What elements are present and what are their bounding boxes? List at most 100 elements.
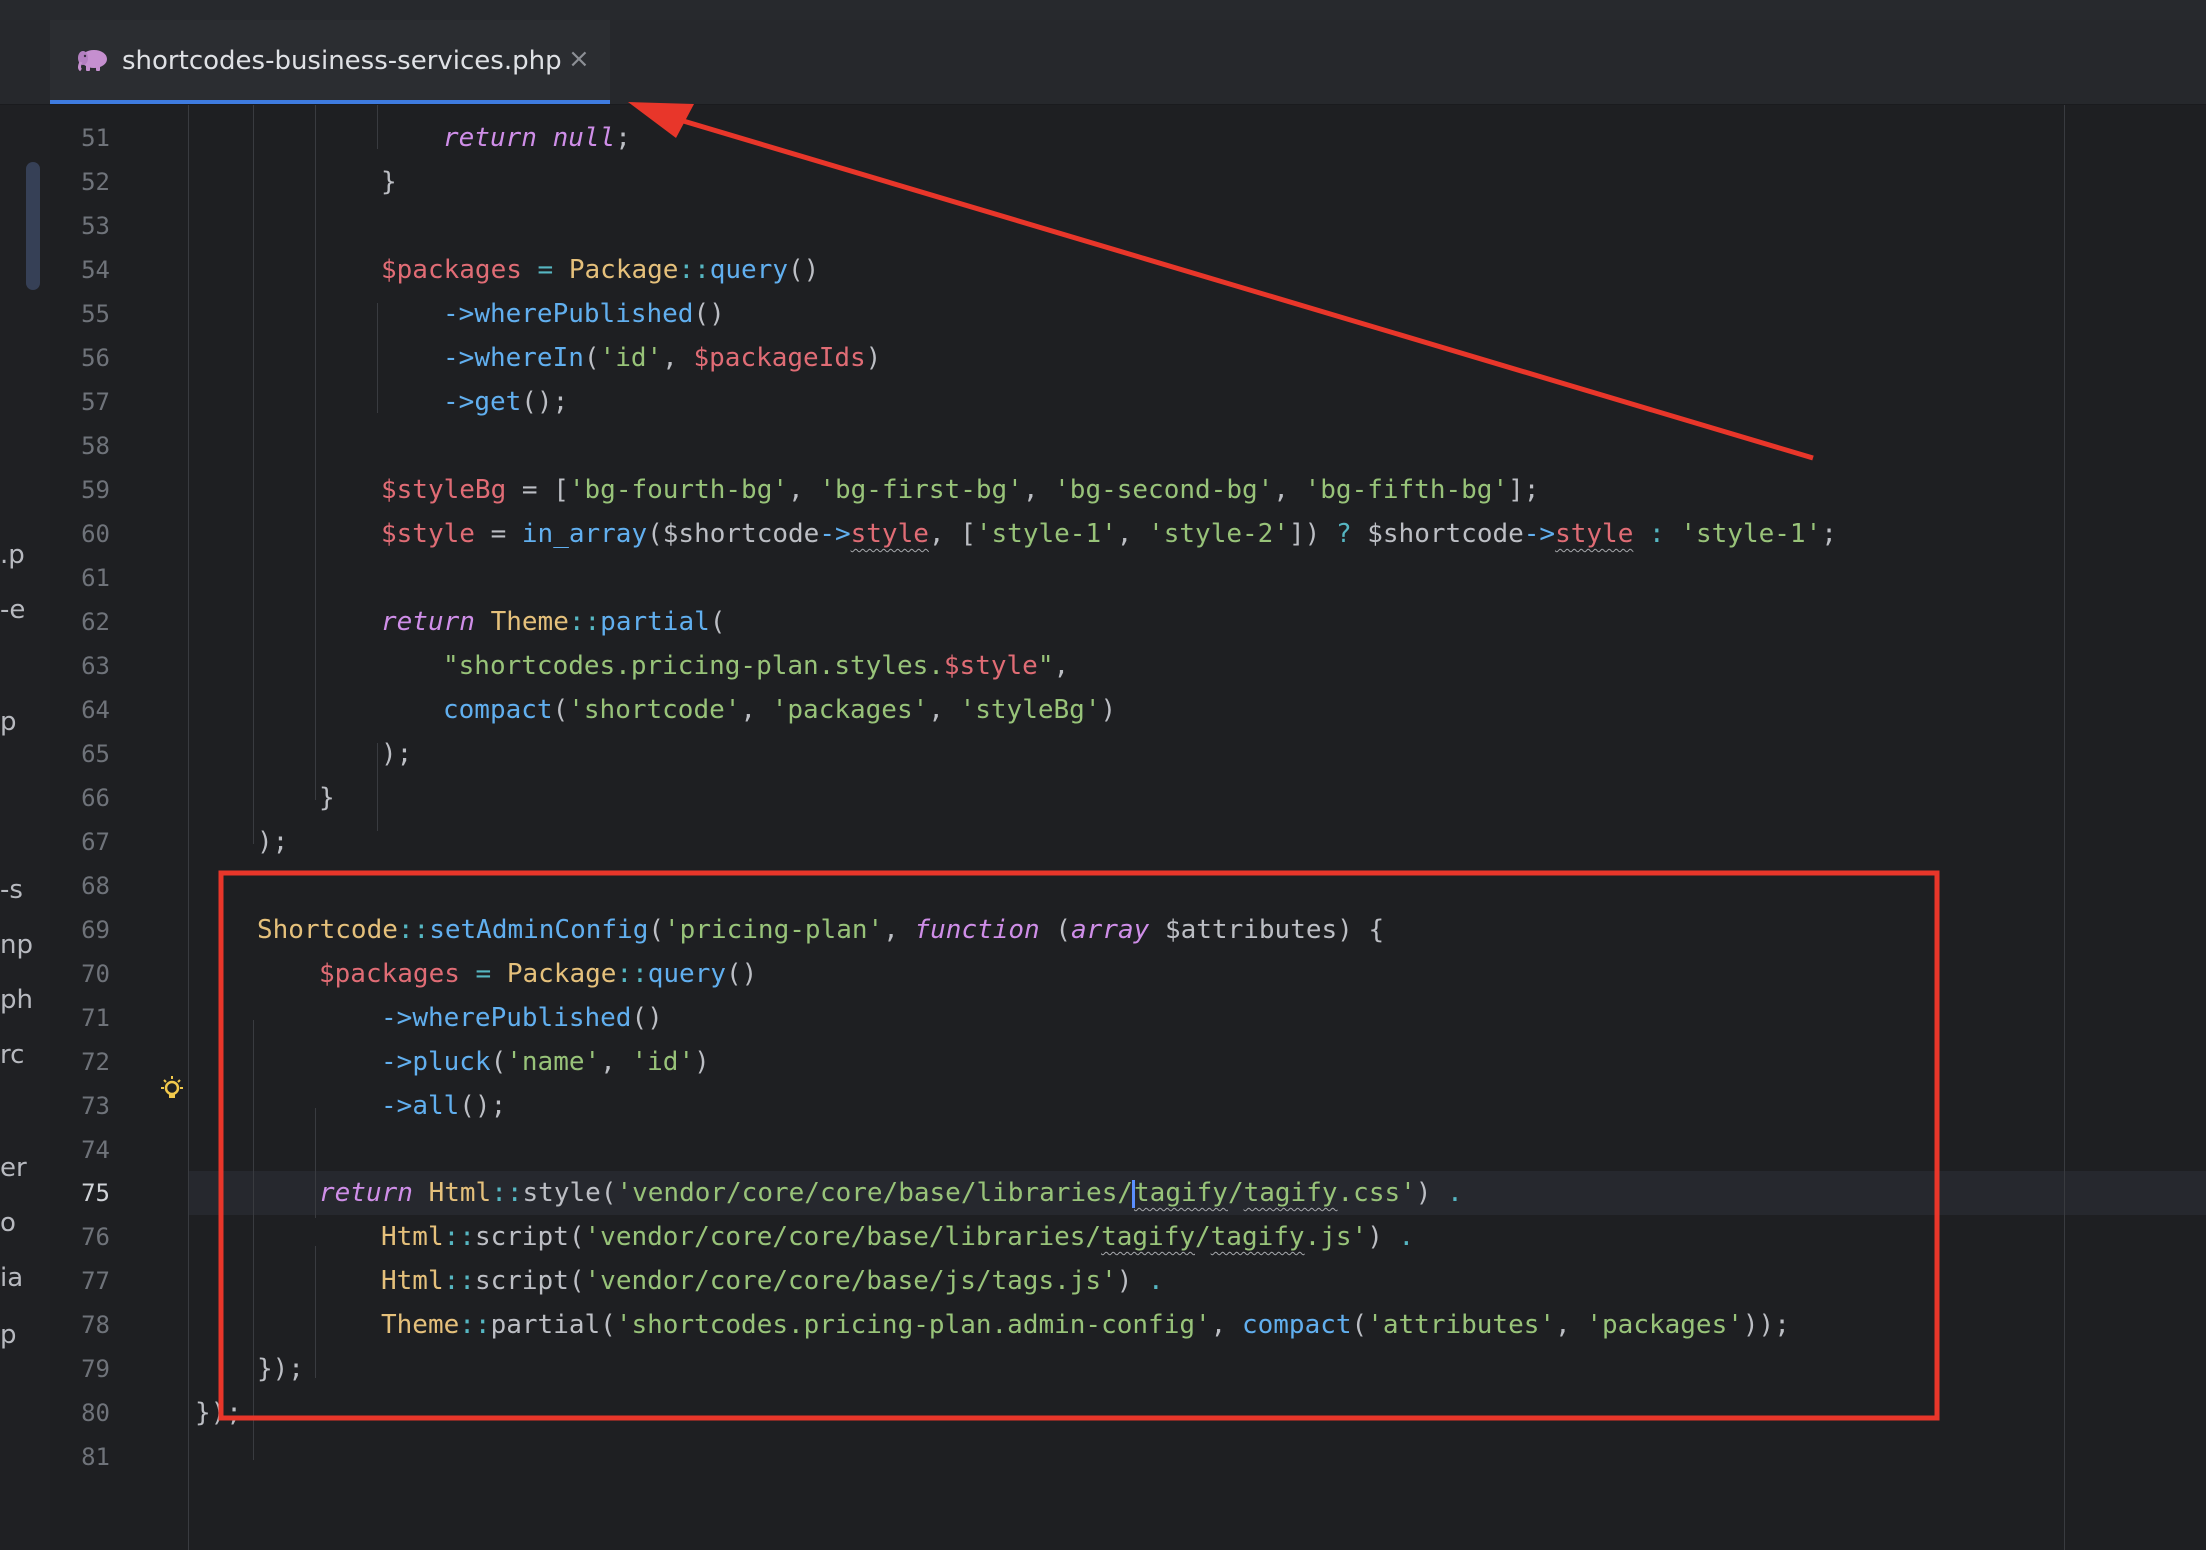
right-margin-guide	[2064, 105, 2065, 1550]
indent-guide	[315, 105, 316, 800]
token-plain: ,	[600, 1047, 632, 1077]
panel-scrollbar-thumb[interactable]	[26, 162, 40, 290]
project-item-fragment[interactable]: -e	[0, 595, 25, 625]
token-function: script	[474, 1266, 569, 1296]
token-plain: )	[1116, 1266, 1149, 1296]
line-number: 53	[81, 212, 110, 240]
token-plain: (	[709, 607, 726, 637]
line-number: 71	[81, 1004, 110, 1032]
code-line-77[interactable]: Html::script('vendor/core/core/base/js/t…	[381, 1259, 1164, 1303]
indent-guide	[315, 1108, 316, 1218]
token-plain: )	[1367, 1222, 1399, 1252]
code-line-55[interactable]: ->wherePublished()	[443, 292, 725, 336]
project-item-fragment[interactable]: p	[0, 1320, 17, 1350]
token-operator: ::	[616, 959, 648, 989]
line-number: 58	[81, 432, 110, 460]
code-line-57[interactable]: ->get();	[443, 380, 568, 424]
token-function: wherePublished	[474, 299, 694, 329]
line-number: 77	[81, 1267, 110, 1295]
code-line-71[interactable]: ->wherePublished()	[381, 996, 663, 1040]
token-plain: (	[490, 1047, 507, 1077]
project-item-fragment[interactable]: np	[0, 930, 33, 960]
code-line-70[interactable]: $packages = Package::query()	[319, 952, 757, 996]
token-plain: ,	[662, 343, 694, 373]
code-line-65[interactable]: );	[381, 732, 412, 776]
token-plain: ,	[1555, 1310, 1587, 1340]
token-plain: });	[195, 1398, 242, 1428]
code-line-67[interactable]: );	[257, 820, 288, 864]
code-line-59[interactable]: $styleBg = ['bg-fourth-bg', 'bg-first-bg…	[381, 468, 1539, 512]
line-number: 64	[81, 696, 110, 724]
code-line-60[interactable]: $style = in_array($shortcode->style, ['s…	[381, 512, 1837, 556]
token-string: 'id'	[631, 1047, 695, 1077]
code-line-75[interactable]: return Html::style('vendor/core/core/bas…	[319, 1171, 1463, 1215]
project-item-fragment[interactable]: -s	[0, 875, 23, 905]
token-operator: ->	[443, 387, 475, 417]
project-item-fragment[interactable]: p	[0, 707, 17, 737]
token-keyword: function	[914, 915, 1040, 945]
token-string: 'pricing-plan'	[664, 915, 884, 945]
code-line-64[interactable]: compact('shortcode', 'packages', 'styleB…	[443, 688, 1116, 732]
code-editor[interactable]: 51 52 53 54 55 56 57 58 59 60 61 62 63 6…	[50, 105, 2206, 1550]
token-plain: ,	[1210, 1310, 1242, 1340]
project-item-fragment[interactable]: o	[0, 1208, 16, 1238]
token-string: 'style-1'	[1680, 519, 1822, 549]
token-string: 'packages'	[771, 695, 929, 725]
token-function: query	[709, 255, 789, 285]
token-function: in_array	[521, 519, 648, 549]
code-line-78[interactable]: Theme::partial('shortcodes.pricing-plan.…	[381, 1303, 1790, 1347]
code-line-52[interactable]: }	[381, 160, 397, 204]
code-line-56[interactable]: ->whereIn('id', $packageIds)	[443, 336, 881, 380]
line-number: 80	[81, 1399, 110, 1427]
token-class: Html	[381, 1222, 444, 1252]
code-line-79[interactable]: });	[257, 1347, 304, 1391]
token-operator: .	[1447, 1178, 1463, 1208]
project-item-fragment[interactable]: ia	[0, 1263, 23, 1293]
token-plain: $shortcode	[1351, 519, 1524, 549]
token-string-typo: tagify	[1134, 1178, 1228, 1208]
token-function: style	[522, 1178, 601, 1208]
token-plain: (	[648, 915, 665, 945]
code-line-72[interactable]: ->pluck('name', 'id')	[381, 1040, 710, 1084]
token-string-typo: tagify	[1210, 1222, 1305, 1252]
token-operator: ->	[443, 299, 475, 329]
token-plain: ,	[928, 695, 960, 725]
code-line-80[interactable]: });	[195, 1391, 242, 1435]
indent-guide	[253, 1020, 254, 1460]
code-line-51[interactable]: return null;	[443, 116, 631, 160]
token-keyword: return	[381, 607, 475, 637]
tab-close-icon[interactable]: ×	[568, 44, 590, 74]
lightbulb-intention-icon[interactable]	[158, 1075, 186, 1103]
token-string: 'bg-fourth-bg'	[568, 475, 789, 505]
tab-shortcodes-business-services[interactable]: shortcodes-business-services.php ×	[50, 20, 610, 104]
line-number: 76	[81, 1223, 110, 1251]
token-plain: (	[568, 1266, 585, 1296]
project-item-fragment[interactable]: .p	[0, 540, 25, 570]
token-string: "	[1037, 651, 1054, 681]
code-line-76[interactable]: Html::script('vendor/core/core/base/libr…	[381, 1215, 1414, 1259]
token-plain: }	[319, 783, 335, 813]
project-item-fragment[interactable]: rc	[0, 1040, 24, 1070]
project-item-fragment[interactable]: ph	[0, 985, 33, 1015]
indent-guide	[377, 743, 378, 831]
code-line-73[interactable]: ->all();	[381, 1084, 506, 1128]
token-string: 'style-1'	[975, 519, 1117, 549]
project-panel-edge: .p -e p -s np ph rc er o ia p	[0, 105, 50, 1550]
project-item-fragment[interactable]: er	[0, 1153, 27, 1183]
token-property: style	[1555, 519, 1634, 549]
line-number: 72	[81, 1048, 110, 1076]
token-string: 'vendor/core/core/base/libraries/	[616, 1178, 1134, 1208]
token-string: 'packages'	[1586, 1310, 1743, 1340]
token-string: 'bg-fifth-bg'	[1304, 475, 1509, 505]
code-line-62[interactable]: return Theme::partial(	[381, 600, 725, 644]
code-line-69[interactable]: Shortcode::setAdminConfig('pricing-plan'…	[257, 908, 1384, 952]
token-class: Package	[568, 255, 679, 285]
token-operator: ->	[381, 1091, 413, 1121]
code-line-54[interactable]: $packages = Package::query()	[381, 248, 819, 292]
code-line-63[interactable]: "shortcodes.pricing-plan.styles.$style",	[443, 644, 1069, 688]
code-line-66[interactable]: }	[319, 776, 335, 820]
php-elephant-icon	[76, 48, 110, 72]
line-number: 70	[81, 960, 110, 988]
